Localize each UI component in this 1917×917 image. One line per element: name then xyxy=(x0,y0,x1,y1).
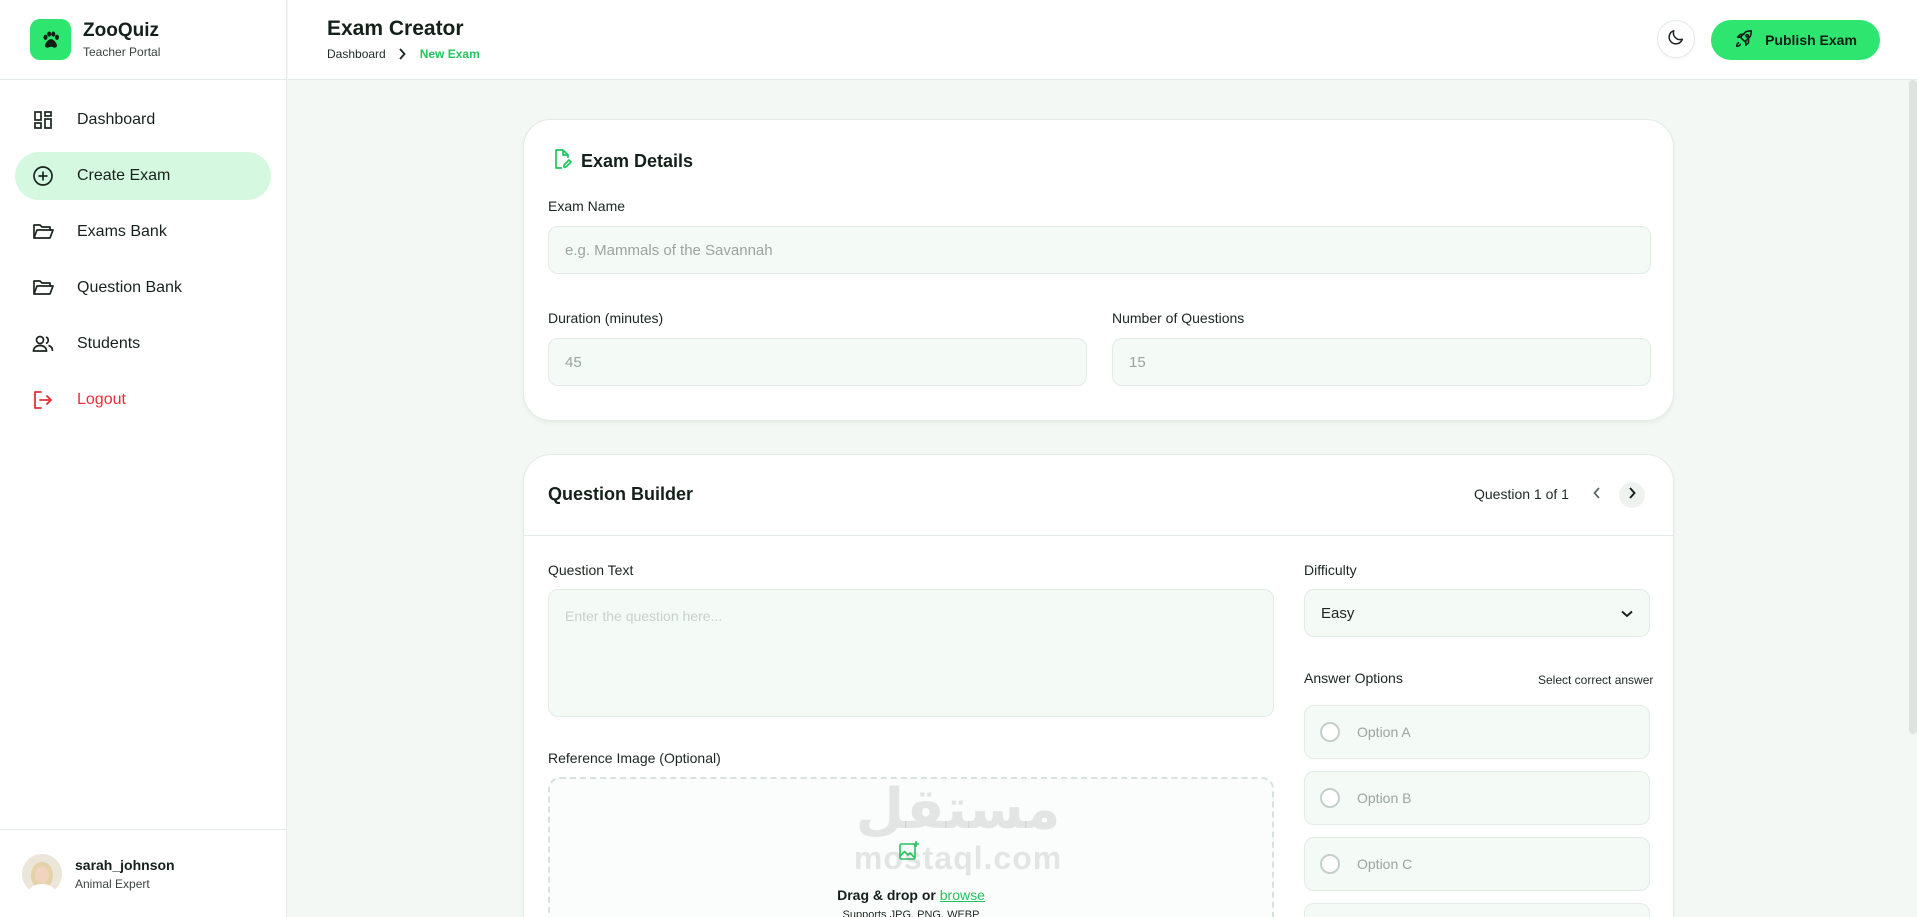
sidebar-nav: Dashboard Create Exam Exams Bank Questio… xyxy=(0,80,286,424)
watermark-arabic: مستقل xyxy=(855,777,1061,842)
question-count-input[interactable]: 15 xyxy=(1112,338,1651,386)
breadcrumb: Dashboard New Exam xyxy=(327,47,480,61)
user-role: Animal Expert xyxy=(75,876,150,891)
question-count-placeholder: 15 xyxy=(1129,353,1146,371)
plus-circle-icon xyxy=(31,164,55,188)
sidebar-item-logout[interactable]: Logout xyxy=(15,376,271,424)
chevron-down-icon xyxy=(1621,605,1633,622)
duration-placeholder: 45 xyxy=(565,353,582,371)
page-title: Exam Creator xyxy=(327,17,464,40)
sidebar-item-label: Logout xyxy=(77,391,126,408)
select-correct-hint: Select correct answer xyxy=(1538,673,1654,687)
sidebar-item-students[interactable]: Students xyxy=(15,320,271,368)
radio-button[interactable] xyxy=(1320,788,1340,808)
duration-label: Duration (minutes) xyxy=(548,310,664,326)
chevron-right-icon xyxy=(1628,486,1636,504)
watermark: مستقل mostaql.com xyxy=(838,780,1078,877)
answer-options-label: Answer Options xyxy=(1304,670,1403,686)
sidebar-item-question-bank[interactable]: Question Bank xyxy=(15,264,271,312)
sidebar-item-label: Create Exam xyxy=(77,167,171,184)
answer-option-c[interactable]: Option C xyxy=(1304,837,1650,891)
next-question-button[interactable] xyxy=(1619,482,1645,508)
publish-exam-label: Publish Exam xyxy=(1765,32,1857,48)
question-count-label: Number of Questions xyxy=(1112,310,1245,326)
folder-open-icon xyxy=(31,220,55,244)
answer-option-a[interactable]: Option A xyxy=(1304,705,1650,759)
theme-toggle-button[interactable] xyxy=(1657,20,1695,58)
moon-icon xyxy=(1667,28,1685,51)
chevron-right-icon xyxy=(398,48,406,60)
dropzone-formats: Supports JPG, PNG, WEBP xyxy=(842,909,980,917)
radio-button[interactable] xyxy=(1320,722,1340,742)
brand-name: ZooQuiz xyxy=(83,20,159,41)
sidebar-item-dashboard[interactable]: Dashboard xyxy=(15,96,271,144)
scrollbar[interactable] xyxy=(1909,80,1917,734)
user-profile[interactable]: sarah_johnson Animal Expert xyxy=(0,829,287,917)
difficulty-label: Difficulty xyxy=(1304,562,1357,578)
exam-name-label: Exam Name xyxy=(548,198,626,214)
dropzone-label: Drag & drop or xyxy=(837,887,940,903)
rocket-icon xyxy=(1734,29,1754,52)
question-text-input[interactable]: Enter the question here... xyxy=(548,589,1274,717)
exam-details-header: Exam Details xyxy=(551,148,693,175)
folder-open-icon xyxy=(31,276,55,300)
avatar xyxy=(22,853,62,894)
sidebar-item-label: Students xyxy=(77,335,141,352)
question-builder-title: Question Builder xyxy=(548,484,694,504)
question-text-label: Question Text xyxy=(548,562,634,578)
publish-exam-button[interactable]: Publish Exam xyxy=(1711,20,1880,60)
exam-name-placeholder: e.g. Mammals of the Savannah xyxy=(565,241,773,259)
sidebar-item-exams-bank[interactable]: Exams Bank xyxy=(15,208,271,256)
logout-icon xyxy=(31,388,55,412)
option-label: Option A xyxy=(1357,724,1411,740)
difficulty-select[interactable]: Easy xyxy=(1304,589,1650,637)
question-builder-card: Question Builder Question 1 of 1 Questio… xyxy=(523,454,1674,917)
breadcrumb-current: New Exam xyxy=(419,47,480,61)
top-header: Exam Creator Dashboard New Exam Publish … xyxy=(288,0,1917,80)
sidebar-item-label: Exams Bank xyxy=(77,223,167,240)
user-name: sarah_johnson xyxy=(75,856,175,873)
duration-input[interactable]: 45 xyxy=(548,338,1087,386)
answer-option-b[interactable]: Option B xyxy=(1304,771,1650,825)
previous-question-button[interactable] xyxy=(1584,482,1610,508)
radio-button[interactable] xyxy=(1320,854,1340,874)
option-label: Option C xyxy=(1357,856,1413,872)
dashboard-icon xyxy=(31,108,55,132)
brand[interactable]: ZooQuiz Teacher Portal xyxy=(0,0,286,80)
exam-details-title: Exam Details xyxy=(581,151,694,171)
edit-document-icon xyxy=(551,148,573,175)
exam-details-card: Exam Details Exam Name e.g. Mammals of t… xyxy=(523,119,1674,421)
exam-name-input[interactable]: e.g. Mammals of the Savannah xyxy=(548,226,1651,274)
paw-icon xyxy=(30,19,71,60)
question-builder-header: Question Builder Question 1 of 1 xyxy=(524,455,1673,536)
answer-option-d[interactable] xyxy=(1304,903,1650,917)
question-text-placeholder: Enter the question here... xyxy=(565,608,723,624)
question-counter: Question 1 of 1 xyxy=(1474,486,1569,502)
sidebar-item-label: Dashboard xyxy=(77,111,156,128)
option-label: Option B xyxy=(1357,790,1412,806)
sidebar-item-create-exam[interactable]: Create Exam xyxy=(15,152,271,200)
watermark-latin: mostaql.com xyxy=(853,840,1063,876)
dropzone-text: Drag & drop or browse xyxy=(550,887,1272,903)
users-icon xyxy=(31,332,55,356)
difficulty-value: Easy xyxy=(1321,604,1355,622)
browse-link[interactable]: browse xyxy=(940,887,985,903)
brand-subtitle: Teacher Portal xyxy=(83,45,161,59)
chevron-left-icon xyxy=(1593,486,1601,504)
breadcrumb-dashboard[interactable]: Dashboard xyxy=(327,47,386,61)
sidebar: ZooQuiz Teacher Portal Dashboard Create … xyxy=(0,0,287,917)
sidebar-item-label: Question Bank xyxy=(77,279,182,296)
reference-image-label: Reference Image (Optional) xyxy=(548,750,721,766)
